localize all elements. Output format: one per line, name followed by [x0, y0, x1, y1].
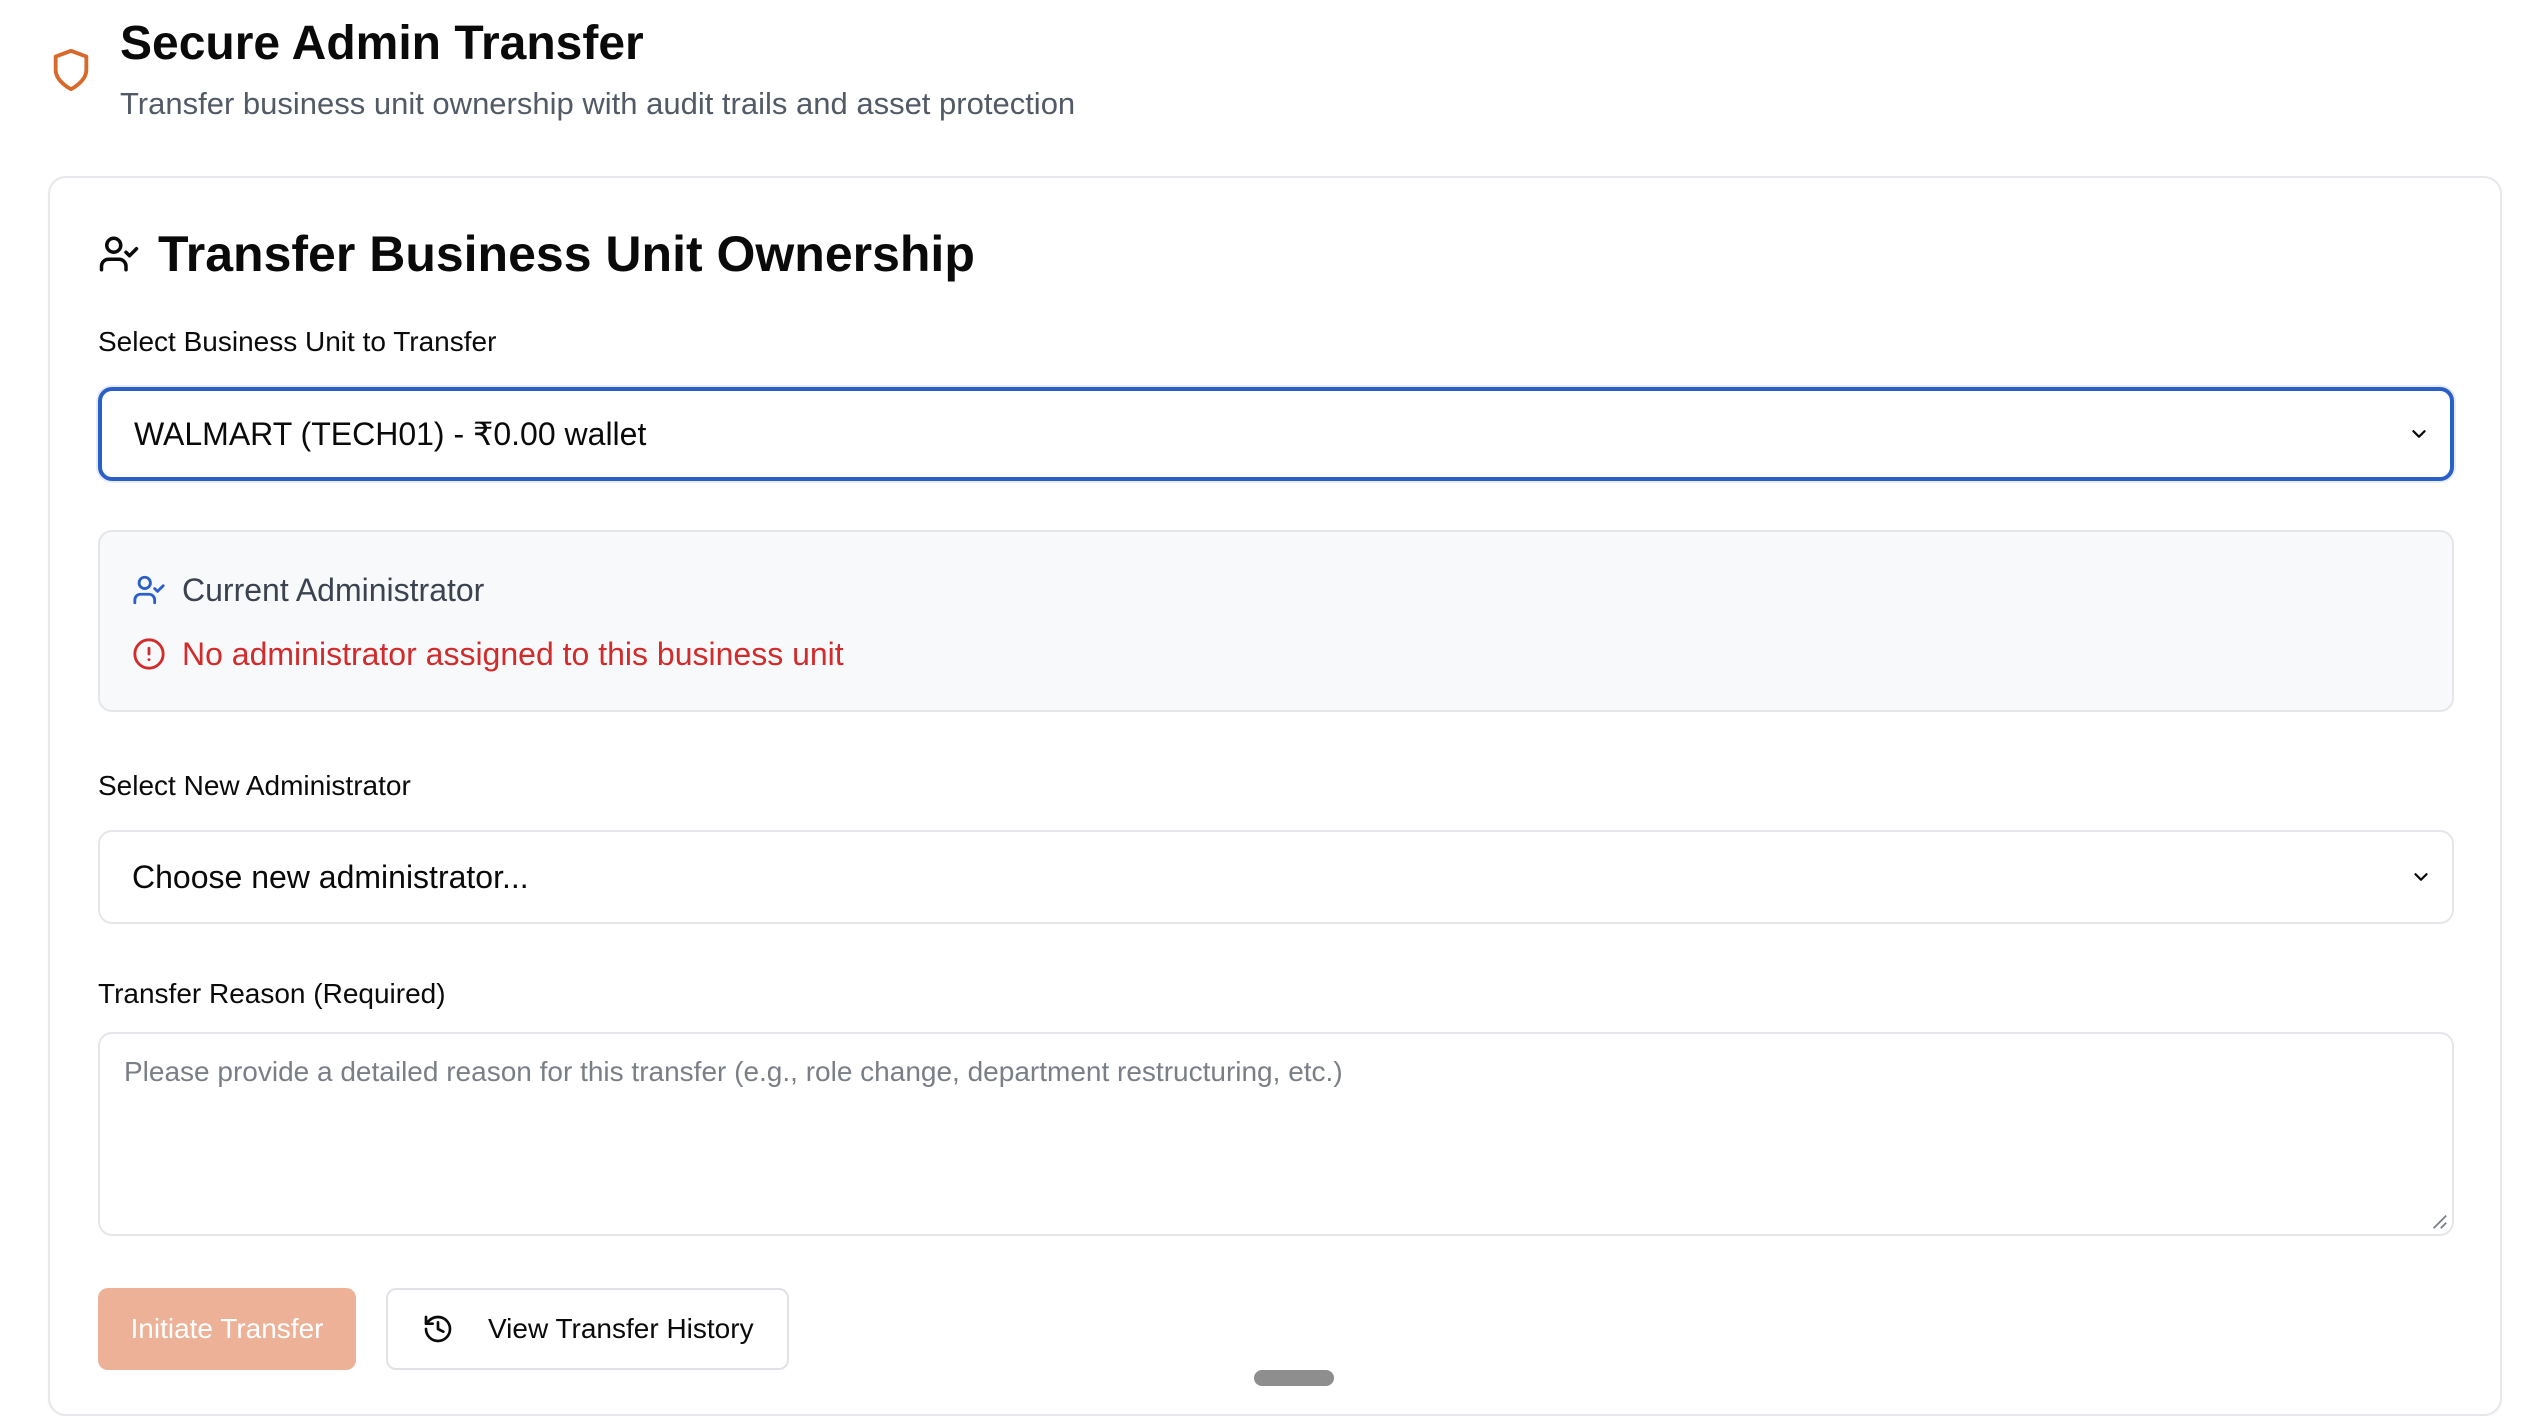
transfer-reason-placeholder: Please provide a detailed reason for thi… [124, 1056, 1343, 1087]
business-unit-select[interactable]: WALMART (TECH01) - ₹0.00 wallet [98, 387, 2454, 481]
new-admin-label: Select New Administrator [98, 770, 411, 801]
page-title: Secure Admin Transfer [120, 17, 644, 70]
view-transfer-history-button[interactable]: View Transfer History [386, 1288, 789, 1370]
user-check-icon [133, 575, 165, 605]
card-header: Transfer Business Unit Ownership [98, 224, 975, 284]
new-admin-selected-value: Choose new administrator... [132, 859, 529, 895]
view-transfer-history-label: View Transfer History [488, 1313, 754, 1344]
card-title: Transfer Business Unit Ownership [158, 226, 975, 282]
shield-icon [53, 48, 89, 92]
current-admin-panel: Current Administrator No administrator a… [98, 530, 2454, 712]
user-check-icon [99, 236, 139, 272]
current-admin-warning: No administrator assigned to this busine… [182, 636, 844, 672]
chevron-down-icon [2412, 430, 2426, 438]
initiate-transfer-button[interactable]: Initiate Transfer [98, 1288, 356, 1370]
page-header: Secure Admin Transfer Transfer business … [0, 0, 2548, 160]
current-admin-warning-row: No administrator assigned to this busine… [132, 634, 844, 674]
alert-circle-icon [133, 638, 165, 670]
transfer-reason-textarea[interactable]: Please provide a detailed reason for thi… [98, 1032, 2454, 1236]
business-unit-selected-value: WALMART (TECH01) - ₹0.00 wallet [134, 416, 647, 452]
transfer-card: Transfer Business Unit Ownership Select … [48, 176, 2502, 1416]
resize-handle-icon[interactable] [2430, 1212, 2448, 1230]
history-icon [424, 1315, 452, 1343]
transfer-reason-label: Transfer Reason (Required) [98, 978, 446, 1009]
current-admin-header: Current Administrator [132, 570, 484, 610]
business-unit-label: Select Business Unit to Transfer [98, 326, 497, 357]
chevron-down-icon [2414, 873, 2428, 881]
new-admin-select[interactable]: Choose new administrator... [98, 830, 2454, 924]
current-admin-heading: Current Administrator [182, 572, 485, 608]
page-subtitle: Transfer business unit ownership with au… [120, 86, 1076, 121]
